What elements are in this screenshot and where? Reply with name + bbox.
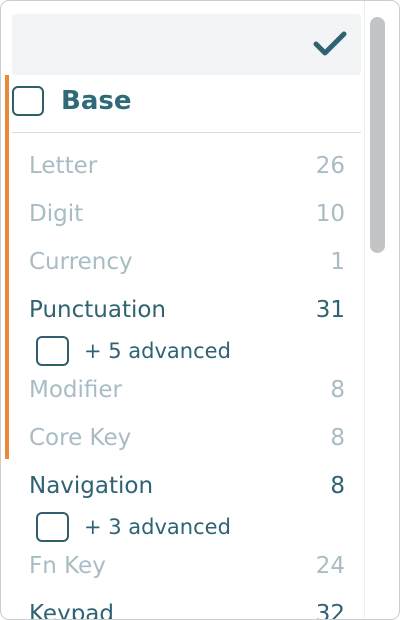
scrollbar-thumb[interactable]: [370, 17, 385, 253]
list-item-navigation[interactable]: Navigation 8: [29, 470, 345, 506]
group-checkbox[interactable]: [12, 86, 44, 116]
divider: [12, 132, 361, 133]
item-name: Navigation: [29, 473, 154, 499]
item-name: Punctuation: [29, 297, 167, 323]
group-base[interactable]: Base: [12, 81, 361, 121]
item-count: 26: [315, 153, 345, 179]
item-count: 31: [315, 297, 345, 323]
list-item-modifier[interactable]: Modifier 8: [29, 374, 345, 410]
group-accent-bar: [5, 75, 9, 459]
item-count: 32: [315, 601, 345, 620]
item-count: 24: [315, 553, 345, 579]
item-name: Keypad: [29, 601, 114, 620]
list-item-fn-key[interactable]: Fn Key 24: [29, 550, 345, 586]
list-item-letter[interactable]: Letter 26: [29, 150, 345, 186]
list-item-punctuation[interactable]: Punctuation 31: [29, 294, 345, 330]
item-count: 1: [330, 249, 345, 275]
item-name: Letter: [29, 153, 98, 179]
checkmark-icon[interactable]: [313, 31, 347, 57]
item-name: Fn Key: [29, 553, 106, 579]
panel-header: [12, 14, 361, 75]
advanced-checkbox[interactable]: [36, 512, 69, 542]
list-item-digit[interactable]: Digit 10: [29, 198, 345, 234]
group-label: Base: [61, 86, 132, 116]
item-name: Core Key: [29, 425, 132, 451]
item-count: 8: [330, 425, 345, 451]
advanced-checkbox[interactable]: [36, 336, 69, 366]
item-count: 8: [330, 377, 345, 403]
advanced-toggle-punctuation[interactable]: + 5 advanced: [36, 335, 336, 367]
advanced-toggle-navigation[interactable]: + 3 advanced: [36, 511, 336, 543]
item-count: 10: [315, 201, 345, 227]
list-item-keypad[interactable]: Keypad 32: [29, 598, 345, 620]
advanced-label: + 5 advanced: [84, 339, 231, 363]
item-name: Digit: [29, 201, 84, 227]
item-count: 8: [330, 473, 345, 499]
item-name: Modifier: [29, 377, 122, 403]
list-item-currency[interactable]: Currency 1: [29, 246, 345, 282]
category-panel: Base Letter 26 Digit 10 Currency 1 Punct…: [0, 0, 400, 620]
list-item-core-key[interactable]: Core Key 8: [29, 422, 345, 458]
advanced-label: + 3 advanced: [84, 515, 231, 539]
item-name: Currency: [29, 249, 133, 275]
